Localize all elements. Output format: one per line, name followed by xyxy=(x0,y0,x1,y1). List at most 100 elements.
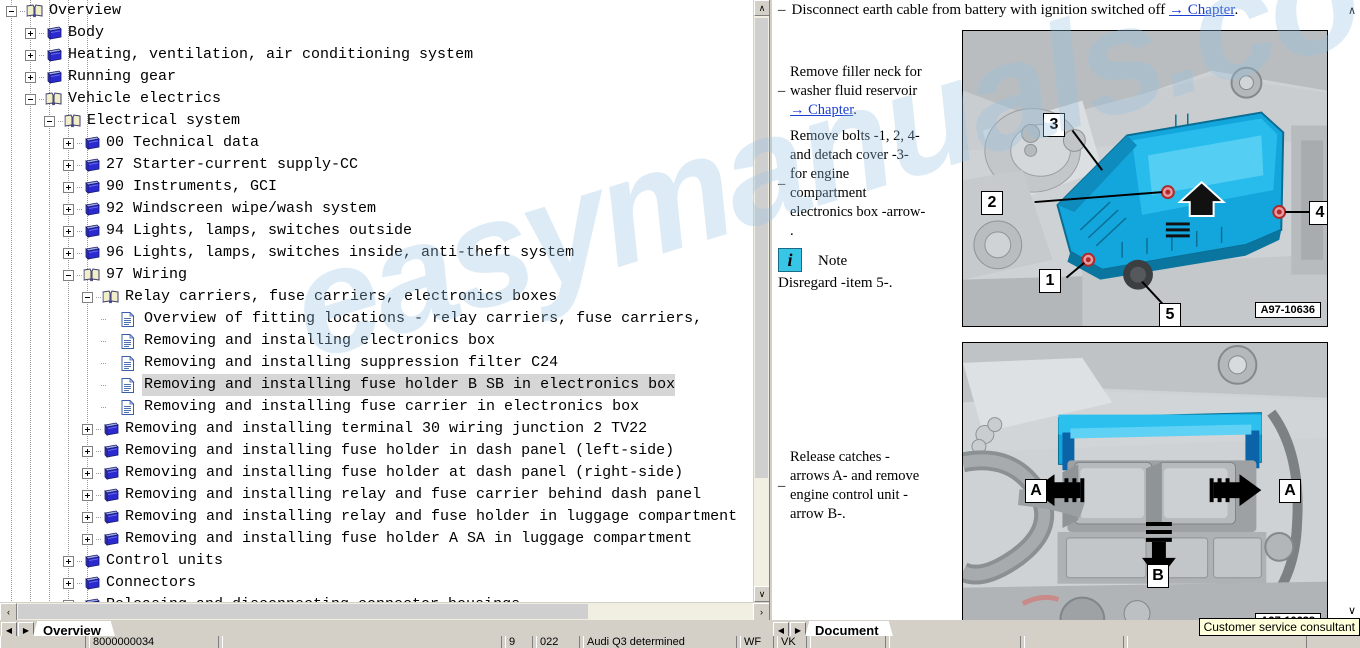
open-book-icon xyxy=(45,92,62,106)
tree-item[interactable]: Removing and installing relay and fuse c… xyxy=(0,484,754,506)
open-book-icon xyxy=(83,268,100,282)
tree-item[interactable]: Connectors xyxy=(0,572,754,594)
collapse-icon[interactable] xyxy=(82,291,93,303)
scroll-left-icon[interactable]: ‹ xyxy=(0,603,17,620)
expand-icon[interactable] xyxy=(82,467,93,479)
tree-item-label: Removing and installing suppression filt… xyxy=(144,354,559,371)
collapse-icon[interactable] xyxy=(6,5,17,17)
closed-book-icon xyxy=(45,70,62,84)
tree-item[interactable]: Removing and installing relay and fuse h… xyxy=(0,506,754,528)
tree-item[interactable]: 90 Instruments, GCI xyxy=(0,176,754,198)
tree-item[interactable]: Removing and installing electronics box xyxy=(0,330,754,352)
closed-book-icon xyxy=(83,224,100,238)
tree-viewport[interactable]: Overview Body Heating, ventilation, air co… xyxy=(0,0,754,602)
block3-text: Release catches - arrows A- and remove e… xyxy=(790,448,964,524)
tree-item[interactable]: Removing and installing suppression filt… xyxy=(0,352,754,374)
tree-item[interactable]: Removing and installing fuse holder A SA… xyxy=(0,528,754,550)
tree-item[interactable]: Control units xyxy=(0,550,754,572)
tree-item[interactable]: Releasing and disconnecting connector ho… xyxy=(0,594,754,602)
tree-item[interactable]: 00 Technical data xyxy=(0,132,754,154)
closed-book-icon xyxy=(102,510,119,524)
tree-vscroll-thumb[interactable] xyxy=(755,18,768,478)
doc-scroll-up-icon[interactable]: ∧ xyxy=(1344,2,1360,18)
expand-icon[interactable] xyxy=(63,159,74,171)
expand-icon[interactable] xyxy=(25,71,36,83)
expand-icon[interactable] xyxy=(63,555,74,567)
tree-item-label: Removing and installing relay and fuse h… xyxy=(125,508,738,525)
block2-line-4: electronics box -arrow- xyxy=(790,204,926,220)
tree-item[interactable]: Overview of fitting locations - relay ca… xyxy=(0,308,754,330)
open-book-icon xyxy=(64,114,81,128)
tree-item[interactable]: Relay carriers, fuse carriers, electroni… xyxy=(0,286,754,308)
expand-icon[interactable] xyxy=(82,489,93,501)
tree-item[interactable]: Heating, ventilation, air conditioning s… xyxy=(0,44,754,66)
scroll-right-icon[interactable]: › xyxy=(753,603,769,620)
expand-icon[interactable] xyxy=(63,247,74,259)
tree-connector xyxy=(96,494,101,496)
expand-icon[interactable] xyxy=(63,203,74,215)
instruction-block-3: – Release catches - arrows A- and remove… xyxy=(778,448,964,524)
tree-item[interactable]: Electrical system xyxy=(0,110,754,132)
tree-item[interactable]: Removing and installing fuse carrier in … xyxy=(0,396,754,418)
tree-item[interactable]: Removing and installing terminal 30 wiri… xyxy=(0,418,754,440)
block2-line-0: Remove bolts -1, 2, 4- xyxy=(790,128,920,144)
collapse-icon[interactable] xyxy=(25,93,36,105)
tree-item[interactable]: 27 Starter-current supply-CC xyxy=(0,154,754,176)
tree-expander-spacer xyxy=(107,358,121,369)
tree-item-label: Running gear xyxy=(68,68,177,85)
chapter-link[interactable]: → Chapter xyxy=(1169,2,1234,18)
expand-icon[interactable] xyxy=(82,533,93,545)
expand-icon[interactable] xyxy=(82,445,93,457)
tree-hscroll-thumb[interactable] xyxy=(18,604,588,619)
figure-1-callout-5: 5 xyxy=(1159,303,1181,326)
tree-item-label: Removing and installing fuse holder A SA… xyxy=(125,530,693,547)
tree-item[interactable]: Removing and installing fuse holder at d… xyxy=(0,462,754,484)
expand-icon[interactable] xyxy=(63,577,74,589)
tree-item[interactable]: Removing and installing fuse holder B SB… xyxy=(0,374,754,396)
block3-line-3: arrow B-. xyxy=(790,506,846,522)
block2-line-3: compartment xyxy=(790,185,867,201)
expand-icon[interactable] xyxy=(25,49,36,61)
tree-item-label: 90 Instruments, GCI xyxy=(106,178,278,195)
status-cell-7: VK xyxy=(777,636,807,648)
collapse-icon[interactable] xyxy=(63,269,74,281)
tree-item[interactable]: Vehicle electrics xyxy=(0,88,754,110)
tree-item[interactable]: 97 Wiring xyxy=(0,264,754,286)
tree-item[interactable]: 94 Lights, lamps, switches outside xyxy=(0,220,754,242)
expand-icon[interactable] xyxy=(63,137,74,149)
tree-item[interactable]: Removing and installing fuse holder in d… xyxy=(0,440,754,462)
collapse-icon[interactable] xyxy=(44,115,55,127)
note-text: Disregard -item 5-. xyxy=(778,275,893,291)
chapter-link-2[interactable]: → Chapter xyxy=(790,102,853,118)
closed-book-icon xyxy=(83,180,100,194)
document-vertical-scrollbar[interactable]: ∧ ∨ xyxy=(1344,0,1360,620)
closed-book-icon xyxy=(102,444,119,458)
tree-connector xyxy=(39,32,44,34)
tree-vertical-scrollbar[interactable]: ∧ ∨ xyxy=(753,0,769,602)
scroll-up-icon[interactable]: ∧ xyxy=(754,0,769,16)
tree-item[interactable]: Running gear xyxy=(0,66,754,88)
figure-engine-compartment-electronics-box[interactable]: 3 2 4 1 5 A97-10636 xyxy=(962,30,1328,327)
expand-icon[interactable] xyxy=(63,181,74,193)
tree-connector xyxy=(39,98,44,100)
scroll-down-icon[interactable]: ∨ xyxy=(754,586,769,602)
tree-item-label: Removing and installing fuse holder B SB… xyxy=(142,374,676,396)
doc-scroll-down-icon[interactable]: ∨ xyxy=(1344,602,1360,618)
tree-item[interactable]: 92 Windscreen wipe/wash system xyxy=(0,198,754,220)
tree-horizontal-scrollbar[interactable]: ‹ › xyxy=(0,602,769,620)
tree-item-label: Removing and installing fuse holder at d… xyxy=(125,464,684,481)
tree-item[interactable]: Body xyxy=(0,22,754,44)
tree-item[interactable]: 96 Lights, lamps, switches inside, anti-… xyxy=(0,242,754,264)
tree-connector xyxy=(77,164,82,166)
closed-book-icon xyxy=(83,554,100,568)
expand-icon[interactable] xyxy=(82,511,93,523)
tree-item-label: Relay carriers, fuse carriers, electroni… xyxy=(125,288,558,305)
tree-item[interactable]: Overview xyxy=(0,0,754,22)
expand-icon[interactable] xyxy=(63,225,74,237)
figure-engine-control-unit[interactable]: A A B A97-10638 xyxy=(962,342,1328,632)
block1-dash: – xyxy=(778,83,786,99)
expand-icon[interactable] xyxy=(25,27,36,39)
tree-item-label: 00 Technical data xyxy=(106,134,260,151)
expand-icon[interactable] xyxy=(82,423,93,435)
